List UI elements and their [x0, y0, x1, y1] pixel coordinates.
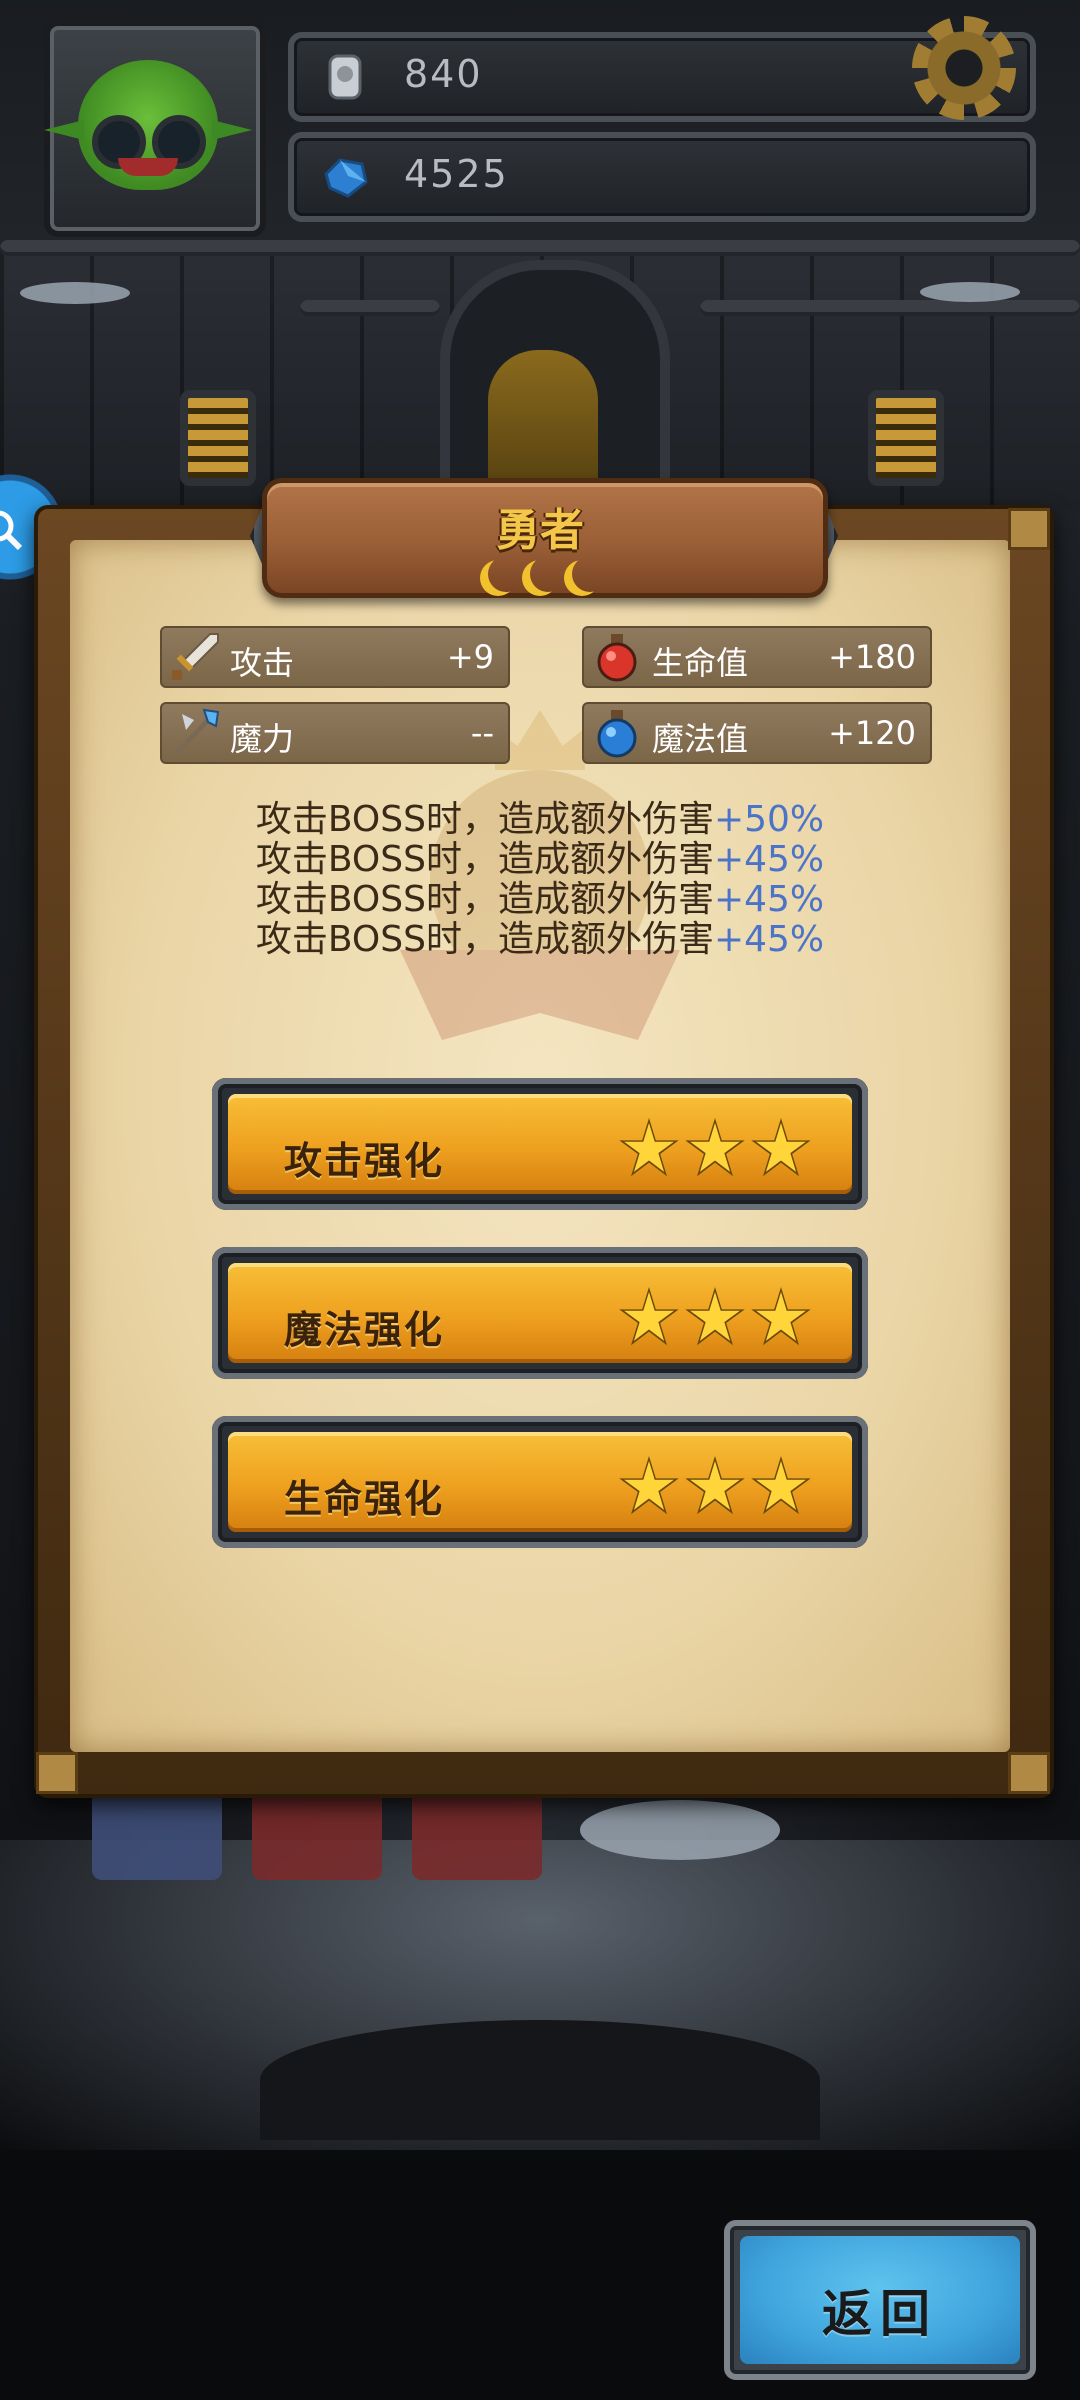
bonus-text: 攻击BOSS时，造成额外伤害 [255, 799, 714, 840]
upgrade-label: 生命强化 [284, 1477, 445, 1521]
upgrade-label: 攻击强化 [284, 1139, 445, 1183]
stat-value: +120 [828, 714, 916, 752]
stat-value: -- [470, 714, 494, 752]
star-rating [618, 1287, 812, 1349]
panel-corner [1008, 1752, 1050, 1794]
silver-value: 840 [404, 52, 483, 96]
gem-value: 4525 [404, 152, 509, 196]
bonus-percent: +45% [713, 879, 825, 920]
magic-staff-icon [174, 708, 220, 756]
sword-icon [172, 633, 219, 680]
stat-label: 魔力 [230, 720, 295, 758]
avatar-mouth [118, 158, 178, 176]
stat-hp: 生命值 +180 [582, 626, 932, 688]
silver-coin-icon [328, 54, 362, 100]
stat-value: +9 [446, 638, 494, 676]
button-face: 生命强化 [228, 1432, 852, 1532]
hero-title: 勇者 [496, 505, 584, 556]
back-button-label: 返回 [822, 2285, 938, 2343]
blue-gem-icon [324, 158, 368, 198]
settings-gear-icon[interactable] [912, 16, 1016, 120]
life-upgrade-button[interactable]: 生命强化 [212, 1416, 868, 1548]
upgrade-label: 魔法强化 [284, 1308, 445, 1352]
star-rating [618, 1118, 812, 1180]
background-gate-door [488, 350, 598, 480]
red-potion-icon [597, 634, 637, 682]
star-icon [751, 1287, 811, 1346]
attack-upgrade-button[interactable]: 攻击强化 [212, 1078, 868, 1210]
snow-patch [580, 1800, 780, 1860]
button-face: 返回 [740, 2236, 1020, 2364]
background-lamp [868, 390, 944, 486]
bonus-percent: +50% [713, 799, 825, 840]
stat-mp: 魔法值 +120 [582, 702, 932, 764]
magic-upgrade-button[interactable]: 魔法强化 [212, 1247, 868, 1379]
back-button[interactable]: 返回 [724, 2220, 1036, 2380]
blue-potion-icon [597, 710, 637, 758]
rank-moons [475, 556, 605, 602]
star-icon [619, 1118, 679, 1177]
stat-label: 攻击 [230, 644, 295, 682]
bonus-line: 攻击BOSS时，造成额外伤害+45% [70, 880, 1010, 920]
moon-icon [572, 556, 608, 592]
star-icon [685, 1118, 745, 1177]
star-icon [619, 1287, 679, 1346]
star-rating [618, 1456, 812, 1518]
bonus-percent: +45% [713, 919, 825, 960]
ribbon-icon [400, 950, 680, 1040]
stat-label: 生命值 [652, 644, 749, 682]
bonus-percent: +45% [713, 839, 825, 880]
star-icon [685, 1287, 745, 1346]
search-icon [0, 510, 23, 551]
star-icon [685, 1456, 745, 1515]
button-face: 魔法强化 [228, 1263, 852, 1363]
moon-icon [488, 556, 524, 592]
stat-magic-power: 魔力 -- [160, 702, 510, 764]
snow-patch [20, 282, 130, 304]
gem-resource-bar: 4525 [288, 132, 1036, 222]
background-pipe [300, 300, 440, 316]
star-icon [751, 1456, 811, 1515]
bonus-line: 攻击BOSS时，造成额外伤害+50% [70, 800, 1010, 840]
background-rock [260, 2020, 820, 2140]
panel-corner [36, 1752, 78, 1794]
bonus-text: 攻击BOSS时，造成额外伤害 [255, 919, 714, 960]
background-lamp [180, 390, 256, 486]
stat-attack: 攻击 +9 [160, 626, 510, 688]
bonus-line: 攻击BOSS时，造成额外伤害+45% [70, 920, 1010, 960]
avatar[interactable] [44, 60, 252, 190]
button-face: 攻击强化 [228, 1094, 852, 1194]
star-icon [619, 1456, 679, 1515]
background-pipe [700, 300, 1080, 316]
background-pipe [0, 240, 1080, 256]
panel-corner [1008, 508, 1050, 550]
moon-icon [530, 556, 566, 592]
bonus-text: 攻击BOSS时，造成额外伤害 [255, 879, 714, 920]
bonus-text: 攻击BOSS时，造成额外伤害 [255, 839, 714, 880]
stat-value: +180 [828, 638, 916, 676]
snow-patch [920, 282, 1020, 302]
star-icon [751, 1118, 811, 1177]
stat-label: 魔法值 [652, 720, 749, 758]
bonus-line: 攻击BOSS时，造成额外伤害+45% [70, 840, 1010, 880]
